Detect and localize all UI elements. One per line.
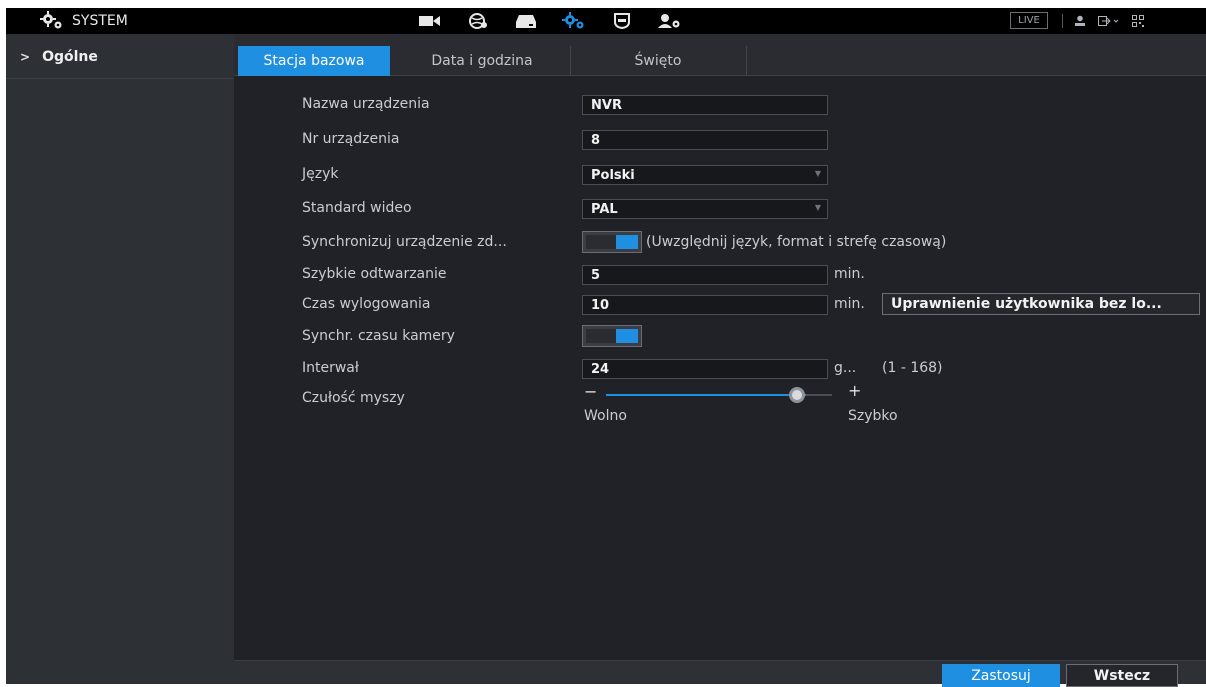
- language-label: Język: [302, 166, 339, 182]
- system-settings-icon[interactable]: [550, 10, 598, 32]
- settings-form: Nazwa urządzenia NVR Nr urządzenia 8 Jęz…: [234, 76, 1206, 660]
- bottom-bar: Zastosuj Wstecz: [234, 660, 1206, 687]
- camera-sync-toggle[interactable]: [582, 325, 642, 347]
- tab-date-time[interactable]: Data i godzina: [394, 46, 570, 76]
- language-value: Polski: [591, 167, 635, 183]
- slider-decrease[interactable]: −: [584, 382, 598, 401]
- chevron-down-icon: ▼: [814, 203, 821, 212]
- quick-playback-label: Szybkie odtwarzanie: [302, 266, 447, 282]
- security-icon[interactable]: [598, 10, 646, 32]
- sync-device-label: Synchronizuj urządzenie zd...: [302, 234, 507, 250]
- device-no-input[interactable]: 8: [582, 130, 828, 150]
- language-select[interactable]: Polski ▼: [582, 165, 828, 185]
- logout-time-input[interactable]: 10: [582, 295, 828, 315]
- interval-input[interactable]: 24: [582, 359, 828, 379]
- top-separator: [1062, 14, 1063, 28]
- sidebar-item-general[interactable]: > Ogólne: [6, 46, 234, 68]
- top-bar: SYSTEM LIVE: [6, 8, 1206, 34]
- tab-base-station[interactable]: Stacja bazowa: [238, 46, 390, 76]
- system-title: SYSTEM: [40, 11, 128, 31]
- logout-time-unit: min.: [834, 296, 865, 312]
- slider-fast-label: Szybko: [848, 408, 898, 424]
- slider-rest: [806, 394, 832, 396]
- chevron-down-icon: ▼: [814, 169, 821, 178]
- mouse-sensitivity-label: Czułość myszy: [302, 390, 405, 406]
- tab-bar: Stacja bazowa Data i godzina Święto: [234, 34, 1206, 76]
- gears-icon: [40, 11, 64, 31]
- toggle-track: [586, 329, 616, 343]
- quick-playback-unit: min.: [834, 266, 865, 282]
- video-standard-select[interactable]: PAL ▼: [582, 199, 828, 219]
- app-frame: SYSTEM LIVE > Ogólne Stacja bazowa Data …: [6, 8, 1206, 687]
- sync-device-toggle[interactable]: [582, 231, 642, 253]
- account-icon[interactable]: [646, 10, 694, 32]
- main-nav: [406, 10, 694, 32]
- logout-time-label: Czas wylogowania: [302, 296, 431, 312]
- tab-holiday[interactable]: Święto: [570, 46, 746, 76]
- live-button[interactable]: LIVE: [1010, 12, 1048, 29]
- sidebar: > Ogólne: [6, 34, 234, 684]
- sidebar-divider: [6, 78, 234, 79]
- qr-code-icon[interactable]: [1132, 12, 1144, 31]
- interval-unit: g...: [834, 360, 857, 376]
- toggle-track: [586, 235, 616, 249]
- device-no-label: Nr urządzenia: [302, 131, 400, 147]
- sync-device-note: (Uwzględnij język, format i strefę czaso…: [646, 234, 947, 250]
- top-right-tools: [1074, 12, 1144, 30]
- camera-sync-label: Synchr. czasu kamery: [302, 328, 455, 344]
- network-icon[interactable]: [454, 10, 502, 32]
- user-icon[interactable]: [1074, 12, 1086, 31]
- user-permission-button[interactable]: Uprawnienie użytkownika bez lo...: [882, 293, 1200, 315]
- chevron-right-icon: >: [20, 50, 31, 64]
- toggle-knob: [616, 235, 638, 249]
- toggle-knob: [616, 329, 638, 343]
- system-title-label: SYSTEM: [72, 13, 128, 29]
- quick-playback-input[interactable]: 5: [582, 265, 828, 285]
- video-standard-value: PAL: [591, 201, 618, 217]
- video-standard-label: Standard wideo: [302, 200, 412, 216]
- interval-range: (1 - 168): [882, 360, 943, 376]
- slider-increase[interactable]: +: [848, 381, 861, 400]
- logout-icon[interactable]: [1098, 12, 1120, 31]
- slider-thumb[interactable]: [789, 387, 805, 403]
- camera-icon[interactable]: [406, 10, 454, 32]
- slider-fill: [606, 394, 816, 396]
- interval-label: Interwał: [302, 360, 359, 376]
- tab-separator: [746, 46, 747, 76]
- storage-icon[interactable]: [502, 10, 550, 32]
- device-name-label: Nazwa urządzenia: [302, 96, 430, 112]
- slider-slow-label: Wolno: [584, 408, 627, 424]
- sidebar-item-label: Ogólne: [42, 49, 98, 65]
- device-name-input[interactable]: NVR: [582, 95, 828, 115]
